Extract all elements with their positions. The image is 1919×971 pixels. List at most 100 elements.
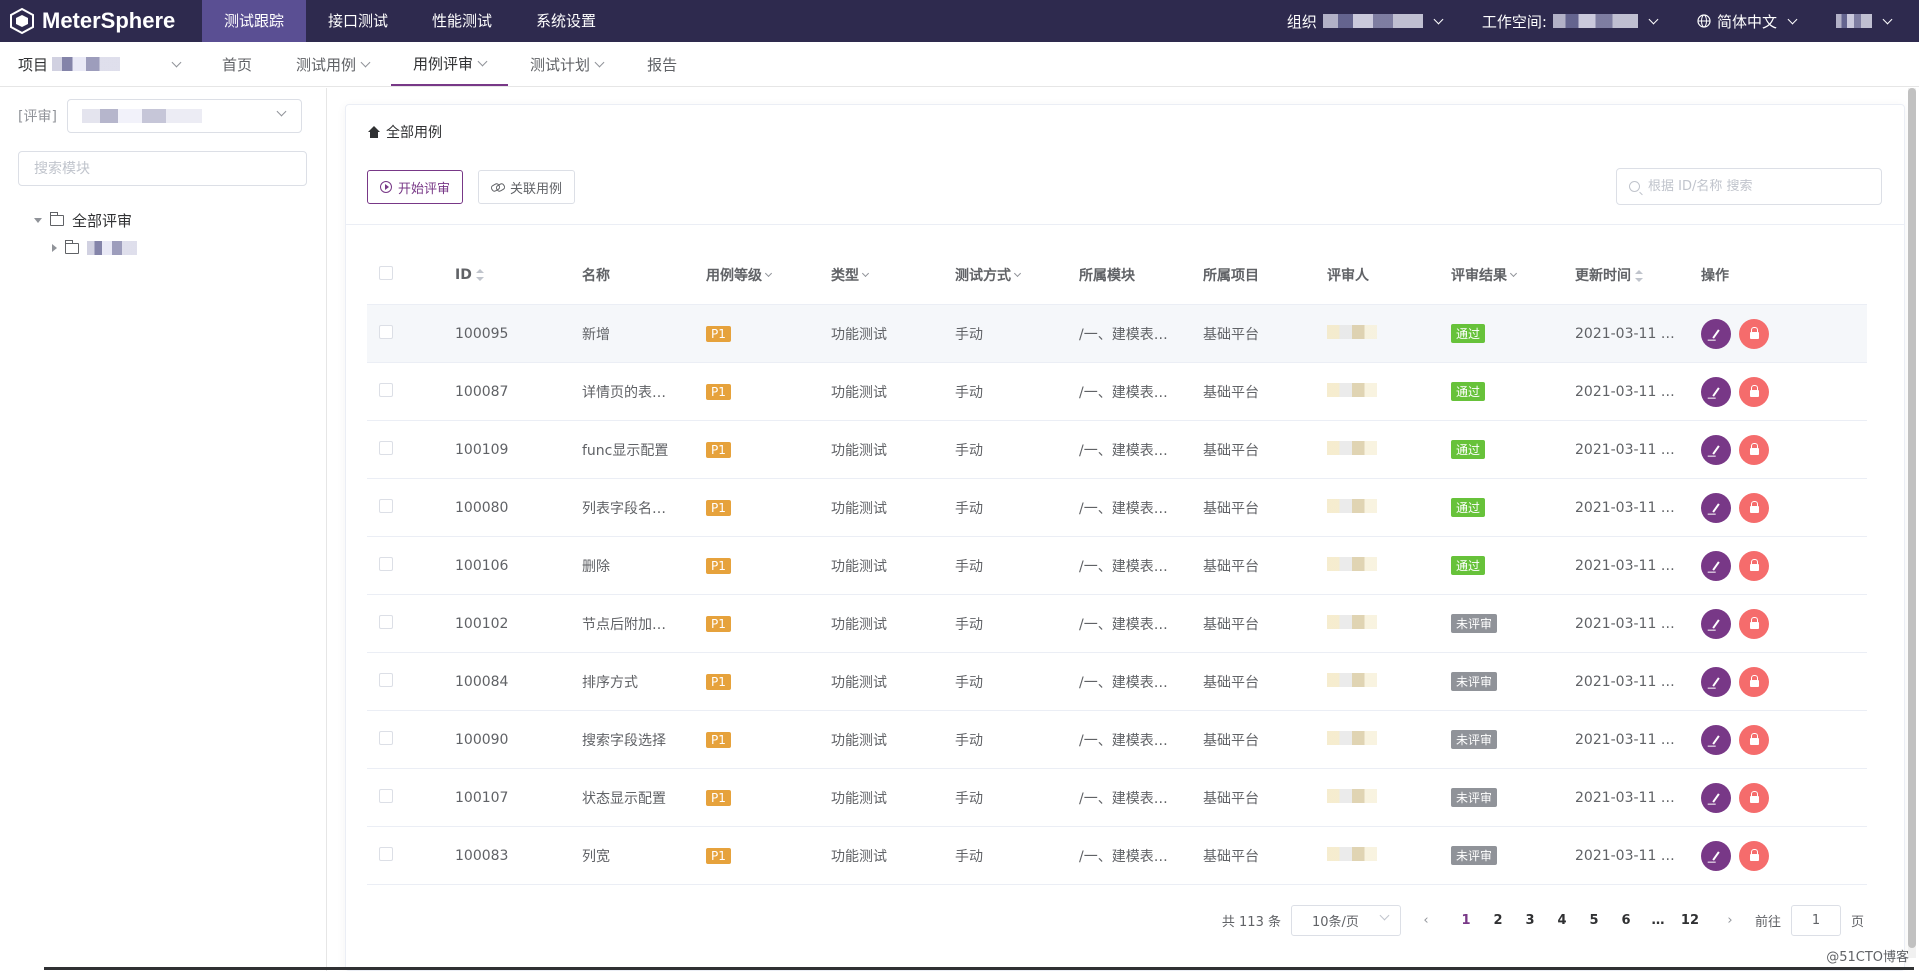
table-row[interactable]: 100109 func显示配置 P1 功能测试 手动/一、建模表… 基础平台 通过 2021-… [367,421,1867,479]
filter-chevron-icon[interactable] [1013,269,1022,278]
edit-button[interactable] [1701,724,1731,755]
page-number[interactable]: 6 [1611,913,1641,928]
tree-node-root[interactable]: 全部评审 [34,206,137,234]
table-row[interactable]: 100102 节点后附加… P1 功能测试 手动/一、建模表… 基础平台 未评审 2021-0… [367,595,1867,653]
org-selector[interactable]: 组织 [1287,11,1444,32]
table-row[interactable]: 100095 新增 P1 功能测试 手动/一、建模表… 基础平台 通过 2021-03-11 … [367,305,1867,363]
subnav-item-label: 测试计划 [530,55,591,74]
cancel-association-button[interactable] [1739,434,1769,465]
page-size-select[interactable]: 10条/页 [1290,905,1401,936]
project-selector[interactable]: 项目 [0,42,200,86]
topnav-item[interactable]: 性能测试 [410,0,514,42]
edit-button[interactable] [1701,782,1731,813]
column-header[interactable]: 类型 [821,265,945,285]
card-header: 全部用例 开始评审 关联用例 [346,105,1904,225]
edit-button[interactable] [1701,318,1731,349]
edit-button[interactable] [1701,434,1731,465]
table-row[interactable]: 100084 排序方式 P1 功能测试 手动/一、建模表… 基础平台 未评审 2021-03-… [367,653,1867,711]
cancel-association-button[interactable] [1739,550,1769,581]
module-search-input[interactable] [18,151,307,186]
table-row[interactable]: 100107 状态显示配置 P1 功能测试 手动/一、建模表… 基础平台 未评审 2021-0… [367,769,1867,827]
row-checkbox[interactable] [379,730,393,745]
table-row[interactable]: 100090 搜索字段选择 P1 功能测试 手动/一、建模表… 基础平台 未评审 2021-0… [367,711,1867,769]
sort-icon[interactable] [1635,269,1643,282]
scrollbar-thumb[interactable] [1908,88,1916,948]
row-checkbox[interactable] [379,440,393,455]
row-checkbox[interactable] [379,498,393,513]
actions-cell [1691,782,1841,813]
workspace-selector[interactable]: 工作空间: [1482,11,1659,32]
user-menu[interactable] [1836,14,1893,28]
caret-right-icon[interactable] [52,244,57,252]
row-checkbox[interactable] [379,788,393,803]
edit-button[interactable] [1701,550,1731,581]
column-header[interactable]: 测试方式 [945,265,1069,285]
row-checkbox[interactable] [379,672,393,687]
subnav-item[interactable]: 用例评审 [391,42,509,86]
start-review-button[interactable]: 开始评审 [367,170,464,204]
column-header[interactable]: 更新时间 [1565,265,1691,285]
page-number[interactable]: 2 [1483,913,1513,928]
caret-down-icon[interactable] [34,217,42,223]
link-cases-button[interactable]: 关联用例 [478,170,576,204]
edit-button[interactable] [1701,492,1731,523]
subnav-item[interactable]: 首页 [200,42,274,86]
page-scrollbar[interactable] [1908,88,1916,958]
subnav-item[interactable]: 测试计划 [508,42,625,86]
cancel-association-button[interactable] [1739,608,1769,639]
filter-chevron-icon[interactable] [861,269,870,278]
column-header[interactable]: 用例等级 [696,265,821,285]
cell-type: 功能测试 [831,384,887,401]
prev-page-button[interactable]: ‹ [1411,913,1441,928]
edit-button[interactable] [1701,840,1731,871]
topnav-item[interactable]: 系统设置 [514,0,618,42]
cell-mode: 手动 [955,326,983,343]
row-checkbox[interactable] [379,614,393,629]
table-row[interactable]: 100083 列宽 P1 功能测试 手动/一、建模表… 基础平台 未评审 2021-03-11… [367,827,1867,885]
page-ellipsis[interactable]: … [1643,913,1673,928]
column-header-label: 评审结果 [1451,267,1507,284]
language-selector[interactable]: 简体中文 [1697,11,1798,32]
row-checkbox[interactable] [379,846,393,861]
page-number[interactable]: 3 [1515,913,1545,928]
edit-button[interactable] [1701,608,1731,639]
cancel-association-button[interactable] [1739,492,1769,523]
tree-node-child[interactable] [34,234,137,262]
cell-project: 基础平台 [1203,500,1259,517]
topnav-item[interactable]: 测试跟踪 [202,0,307,42]
column-header[interactable]: ID [445,267,572,283]
filter-chevron-icon[interactable] [1509,269,1518,278]
cancel-association-button[interactable] [1739,724,1769,755]
filter-chevron-icon[interactable] [764,269,773,278]
cancel-association-button[interactable] [1739,840,1769,871]
next-page-button[interactable]: › [1715,913,1745,928]
goto-page-input[interactable] [1790,905,1841,936]
app-logo[interactable]: MeterSphere [0,0,202,42]
cancel-association-button[interactable] [1739,782,1769,813]
row-checkbox[interactable] [379,382,393,397]
page-number[interactable]: 5 [1579,913,1609,928]
row-checkbox[interactable] [379,556,393,571]
topnav-item[interactable]: 接口测试 [306,0,410,42]
table-row[interactable]: 100080 列表字段名… P1 功能测试 手动/一、建模表… 基础平台 通过 2021-03… [367,479,1867,537]
select-all-checkbox[interactable] [379,265,393,280]
case-search-input[interactable] [1648,179,1868,194]
cancel-association-button[interactable] [1739,318,1769,349]
subnav-item[interactable]: 报告 [625,42,699,86]
row-checkbox[interactable] [379,324,393,339]
case-search-box[interactable] [1616,168,1882,205]
edit-button[interactable] [1701,376,1731,407]
table-row[interactable]: 100106 删除 P1 功能测试 手动/一、建模表… 基础平台 通过 2021-03-11 … [367,537,1867,595]
subnav-item[interactable]: 测试用例 [274,42,391,86]
table-row[interactable]: 100087 详情页的表… P1 功能测试 手动/一、建模表… 基础平台 通过 2021-03… [367,363,1867,421]
column-header-label: 用例等级 [706,267,762,284]
page-number[interactable]: 1 [1451,913,1481,928]
review-select[interactable] [66,99,302,133]
edit-button[interactable] [1701,666,1731,697]
sort-icon[interactable] [475,268,484,281]
column-header[interactable]: 评审结果 [1441,265,1565,285]
cancel-association-button[interactable] [1739,376,1769,407]
page-number[interactable]: 4 [1547,913,1577,928]
cancel-association-button[interactable] [1739,666,1769,697]
page-number[interactable]: 12 [1675,913,1705,928]
